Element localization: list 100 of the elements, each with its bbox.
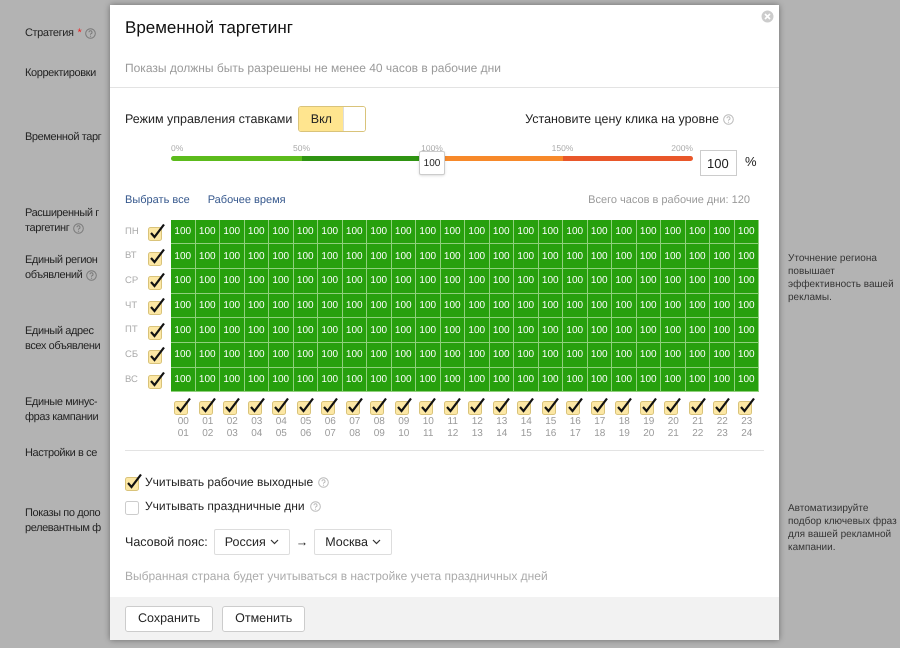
schedule-cell[interactable]: 100 — [294, 294, 318, 318]
checkbox[interactable] — [198, 397, 217, 416]
schedule-cell[interactable]: 100 — [538, 244, 563, 269]
schedule-cell[interactable]: 100 — [710, 318, 734, 343]
schedule-cell[interactable]: 100 — [269, 294, 294, 318]
dialog-button[interactable]: Отменить — [222, 606, 306, 632]
schedule-cell[interactable]: 100 — [171, 368, 196, 392]
schedule-cell[interactable]: 100 — [636, 368, 661, 392]
schedule-cell[interactable]: 100 — [734, 244, 759, 269]
schedule-cell[interactable]: 100 — [588, 368, 612, 392]
schedule-cell[interactable]: 100 — [563, 268, 588, 294]
schedule-cell[interactable]: 100 — [514, 342, 538, 368]
schedule-cell[interactable]: 100 — [465, 318, 490, 343]
schedule-cell[interactable]: 100 — [588, 244, 612, 269]
schedule-cell[interactable]: 100 — [440, 244, 465, 269]
schedule-cell[interactable]: 100 — [612, 294, 636, 318]
schedule-cell[interactable]: 100 — [636, 294, 661, 318]
schedule-cell[interactable]: 100 — [367, 342, 392, 368]
schedule-cell[interactable]: 100 — [318, 318, 342, 343]
schedule-cell[interactable]: 100 — [244, 220, 269, 244]
schedule-cell[interactable]: 100 — [710, 220, 734, 244]
slider-thumb[interactable]: 100 — [419, 151, 445, 175]
checkbox[interactable] — [664, 397, 682, 416]
schedule-cell[interactable]: 100 — [294, 268, 318, 294]
checkbox[interactable] — [370, 397, 388, 416]
schedule-cell[interactable]: 100 — [244, 368, 269, 392]
schedule-cell[interactable]: 100 — [269, 318, 294, 343]
schedule-cell[interactable]: 100 — [244, 268, 269, 294]
checkbox[interactable] — [590, 397, 609, 416]
schedule-cell[interactable]: 100 — [686, 368, 710, 392]
schedule-cell[interactable]: 100 — [661, 368, 686, 392]
schedule-cell[interactable]: 100 — [392, 220, 416, 244]
schedule-cell[interactable]: 100 — [220, 244, 244, 269]
schedule-cell[interactable]: 100 — [636, 268, 661, 294]
schedule-cell[interactable]: 100 — [392, 318, 416, 343]
checkbox[interactable] — [492, 397, 511, 416]
schedule-cell[interactable]: 100 — [416, 244, 440, 269]
schedule-cell[interactable]: 100 — [342, 268, 367, 294]
schedule-cell[interactable]: 100 — [636, 220, 661, 244]
schedule-cell[interactable]: 100 — [318, 342, 342, 368]
schedule-cell[interactable]: 100 — [294, 368, 318, 392]
schedule-cell[interactable]: 100 — [465, 244, 490, 269]
schedule-cell[interactable]: 100 — [244, 342, 269, 368]
schedule-cell[interactable]: 100 — [196, 220, 220, 244]
percent-input[interactable]: 100 — [700, 150, 737, 176]
schedule-cell[interactable]: 100 — [465, 268, 490, 294]
checkbox[interactable] — [394, 397, 413, 416]
schedule-cell[interactable]: 100 — [538, 342, 563, 368]
schedule-cell[interactable]: 100 — [734, 318, 759, 343]
checkbox[interactable] — [148, 272, 166, 290]
schedule-cell[interactable]: 100 — [440, 294, 465, 318]
schedule-cell[interactable]: 100 — [612, 318, 636, 343]
schedule-cell[interactable]: 100 — [588, 268, 612, 294]
checkbox[interactable] — [174, 397, 192, 416]
schedule-cell[interactable]: 100 — [196, 368, 220, 392]
schedule-cell[interactable]: 100 — [538, 220, 563, 244]
schedule-cell[interactable]: 100 — [514, 244, 538, 269]
checkbox[interactable] — [296, 397, 315, 416]
schedule-cell[interactable]: 100 — [318, 268, 342, 294]
schedule-cell[interactable]: 100 — [416, 268, 440, 294]
checkbox[interactable] — [688, 397, 707, 416]
schedule-cell[interactable]: 100 — [686, 294, 710, 318]
checkbox[interactable] — [444, 397, 462, 416]
schedule-cell[interactable]: 100 — [514, 318, 538, 343]
schedule-cell[interactable]: 100 — [318, 368, 342, 392]
checkbox[interactable] — [615, 397, 634, 416]
schedule-cell[interactable]: 100 — [392, 294, 416, 318]
checkbox[interactable] — [640, 397, 658, 416]
schedule-cell[interactable]: 100 — [392, 268, 416, 294]
checkbox[interactable] — [419, 397, 438, 416]
checkbox[interactable] — [148, 296, 166, 315]
schedule-cell[interactable]: 100 — [342, 368, 367, 392]
checkbox[interactable] — [148, 322, 166, 340]
toggle-switch[interactable]: Вкл — [298, 106, 366, 132]
schedule-cell[interactable]: 100 — [342, 244, 367, 269]
schedule-cell[interactable]: 100 — [734, 342, 759, 368]
checkbox[interactable] — [248, 397, 266, 416]
schedule-cell[interactable]: 100 — [538, 318, 563, 343]
schedule-cell[interactable]: 100 — [710, 342, 734, 368]
schedule-cell[interactable]: 100 — [171, 244, 196, 269]
schedule-cell[interactable]: 100 — [342, 318, 367, 343]
schedule-cell[interactable]: 100 — [294, 244, 318, 269]
checkbox[interactable] — [542, 397, 560, 416]
schedule-cell[interactable]: 100 — [318, 294, 342, 318]
schedule-cell[interactable]: 100 — [465, 368, 490, 392]
schedule-cell[interactable]: 100 — [220, 294, 244, 318]
checkbox[interactable] — [148, 346, 166, 364]
checkbox[interactable] — [321, 397, 340, 416]
checkbox[interactable] — [346, 397, 364, 416]
schedule-cell[interactable]: 100 — [514, 268, 538, 294]
schedule-cell[interactable]: 100 — [686, 342, 710, 368]
schedule-cell[interactable]: 100 — [686, 220, 710, 244]
checkbox[interactable] — [148, 222, 166, 241]
schedule-cell[interactable]: 100 — [367, 294, 392, 318]
schedule-cell[interactable]: 100 — [269, 220, 294, 244]
schedule-cell[interactable]: 100 — [514, 220, 538, 244]
checkbox[interactable] — [738, 397, 756, 416]
schedule-cell[interactable]: 100 — [342, 342, 367, 368]
schedule-cell[interactable]: 100 — [416, 342, 440, 368]
checkbox[interactable] — [223, 397, 242, 416]
